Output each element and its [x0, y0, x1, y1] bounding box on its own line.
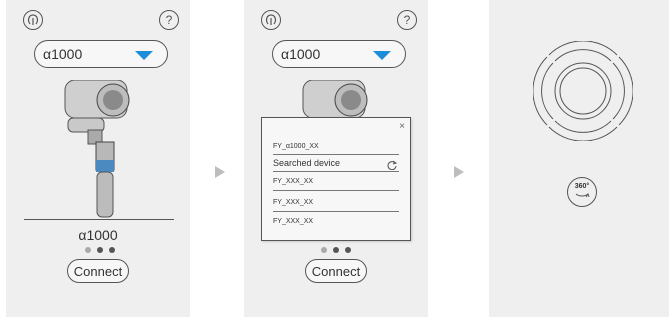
connected-device-item[interactable]: FY_α1000_XX	[273, 143, 399, 150]
device-list-item[interactable]: FY_XXX_XX	[273, 199, 399, 206]
help-icon[interactable]: ?	[159, 10, 179, 30]
page-dot[interactable]	[97, 247, 103, 253]
help-glyph: ?	[403, 13, 411, 27]
page-dot[interactable]	[333, 247, 339, 253]
pagination-dots	[321, 247, 351, 253]
gimbal-image	[302, 80, 368, 118]
close-icon[interactable]: ×	[399, 121, 405, 132]
divider	[273, 154, 399, 155]
searched-device-label: Searched device	[273, 158, 341, 168]
arrow-right-icon	[215, 166, 225, 178]
model-select[interactable]: α1000	[34, 40, 168, 68]
refresh-icon[interactable]	[387, 160, 397, 170]
gimbal-glyph-icon	[265, 14, 277, 25]
help-icon[interactable]: ?	[397, 10, 417, 30]
panel-device-search: ? α1000 × FY_α1000_XX Searched device FY…	[244, 0, 428, 317]
model-select-value: α1000	[43, 46, 83, 62]
page-dot[interactable]	[345, 247, 351, 253]
rotate-360-button[interactable]: 360°	[567, 177, 597, 207]
page-dot[interactable]	[85, 247, 91, 253]
divider	[273, 190, 399, 191]
gimbal-image	[64, 80, 130, 218]
divider	[24, 219, 174, 220]
device-list-item[interactable]: FY_XXX_XX	[273, 178, 399, 185]
model-name-label: α1000	[78, 227, 118, 243]
page-dot[interactable]	[321, 247, 327, 253]
page-dot[interactable]	[109, 247, 115, 253]
device-search-popup: × FY_α1000_XX Searched device FY_XXX_XX …	[261, 117, 411, 241]
divider	[273, 171, 399, 172]
panel-gimbal-control: 360°	[489, 0, 669, 317]
rotate-icon	[575, 192, 590, 198]
panel-device-select: ? α1000 α1000 Connect	[6, 0, 190, 317]
device-list-item[interactable]: FY_XXX_XX	[273, 218, 399, 225]
arrow-right-icon	[454, 166, 464, 178]
model-select[interactable]: α1000	[272, 40, 406, 68]
model-select-value: α1000	[281, 46, 321, 62]
chevron-down-icon	[135, 51, 153, 60]
gimbal-glyph-icon	[27, 14, 39, 25]
connect-button[interactable]: Connect	[67, 259, 129, 283]
gimbal-icon[interactable]	[23, 10, 43, 30]
connect-button[interactable]: Connect	[305, 259, 367, 283]
help-glyph: ?	[165, 13, 173, 27]
divider	[273, 211, 399, 212]
gimbal-icon[interactable]	[261, 10, 281, 30]
rotate-360-label: 360°	[574, 183, 590, 190]
pagination-dots	[85, 247, 115, 253]
chevron-down-icon	[373, 51, 391, 60]
joystick-control[interactable]	[533, 41, 633, 141]
